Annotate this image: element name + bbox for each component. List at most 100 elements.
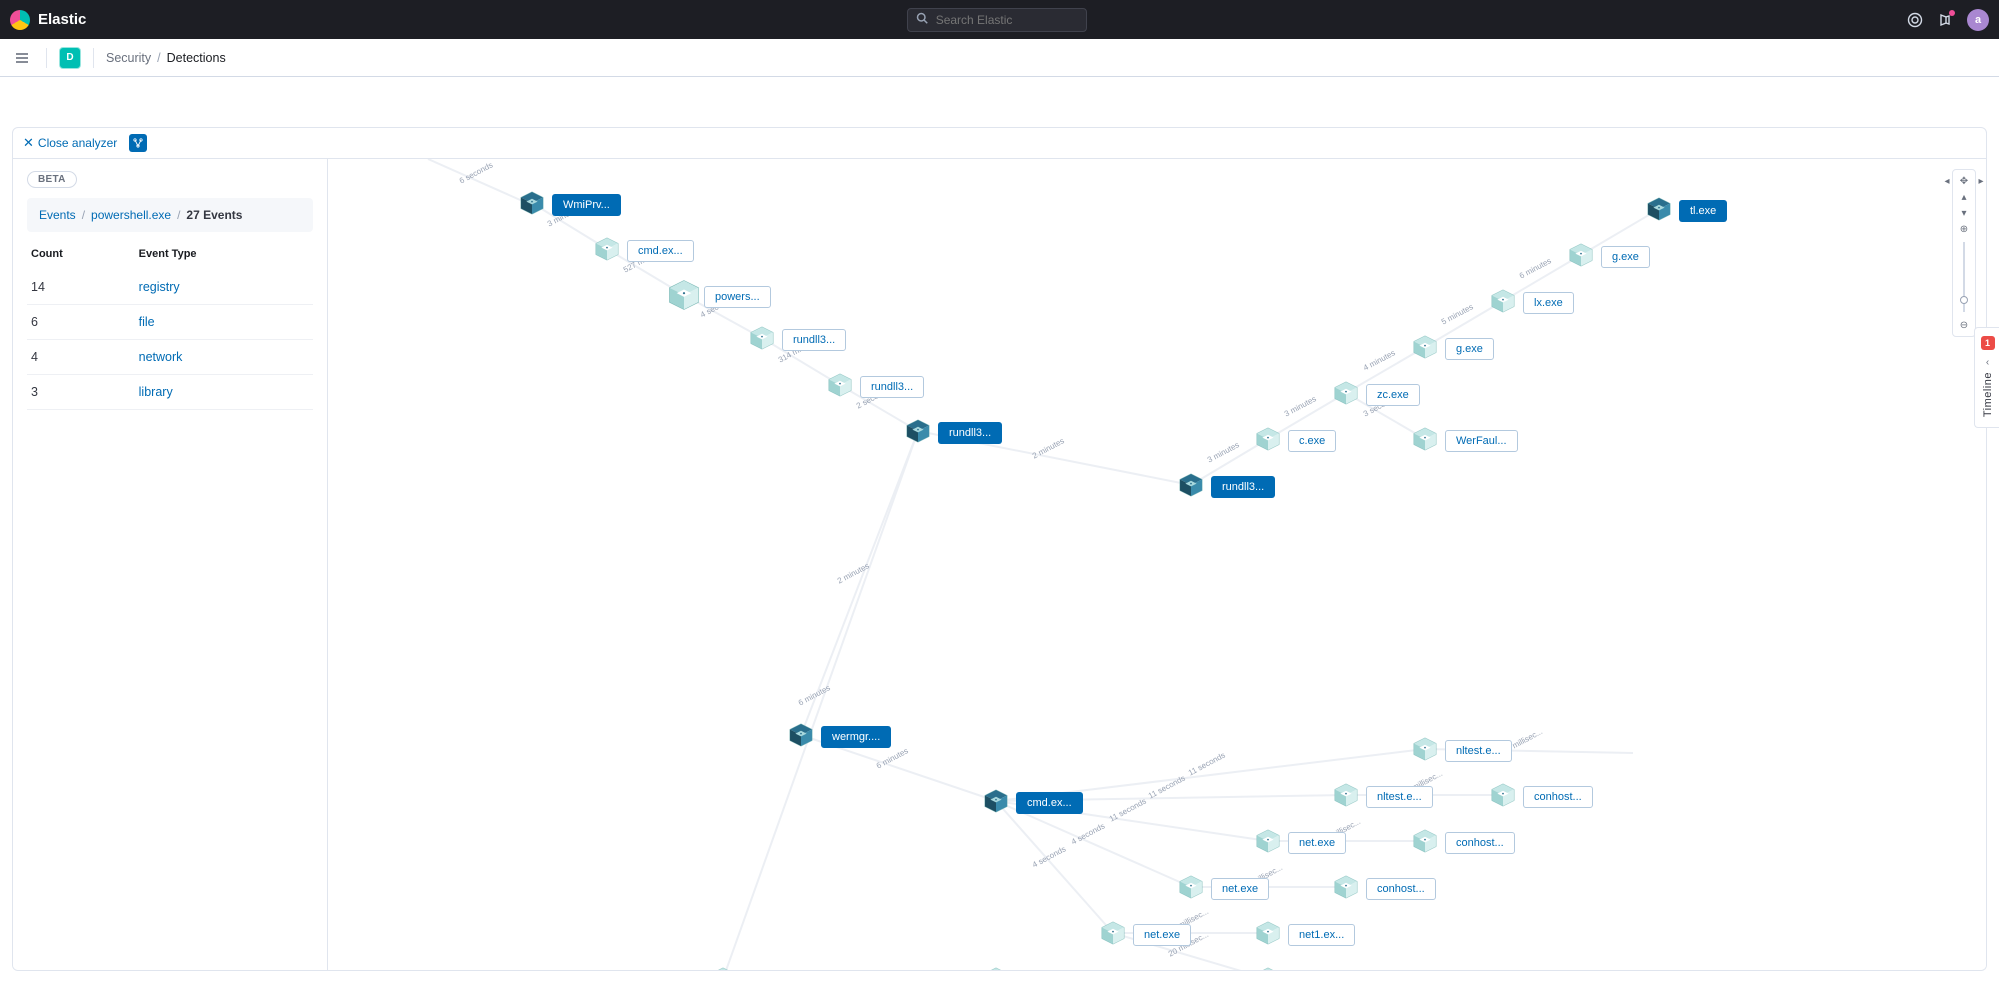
node-label[interactable]: cmd.ex... [743, 970, 810, 971]
node-label[interactable]: WmiPrv... [552, 194, 621, 216]
node-label[interactable]: rundll3... [860, 376, 924, 398]
node-label[interactable]: net1.ex... [1288, 924, 1355, 946]
node-label[interactable]: g.exe [1601, 246, 1650, 268]
process-node[interactable]: net1.ex... [1254, 919, 1355, 950]
pan-left-icon[interactable]: ◂ [1939, 174, 1955, 188]
node-label[interactable]: ipconfig... [1016, 970, 1085, 971]
event-type-link[interactable]: file [139, 315, 155, 329]
node-label[interactable]: g.exe [1445, 338, 1494, 360]
process-node[interactable]: g.exe [1411, 333, 1494, 364]
process-node[interactable]: WmiPrv... [518, 189, 621, 220]
process-node[interactable]: net.exe [1099, 919, 1191, 950]
node-label[interactable]: wermgr.... [821, 726, 891, 748]
event-type-link[interactable]: network [139, 350, 183, 364]
panel-crumb-root[interactable]: Events [39, 208, 76, 222]
cube-icon [1254, 919, 1282, 950]
process-node[interactable]: powers... [670, 281, 771, 312]
node-label[interactable]: conhost... [1366, 878, 1436, 900]
node-label[interactable]: cmd.ex... [627, 240, 694, 262]
process-node[interactable]: rundll3... [904, 417, 1002, 448]
newsfeed-icon[interactable] [1937, 12, 1953, 28]
process-node[interactable]: wermgr.... [787, 721, 891, 752]
timeline-flyout-tab[interactable]: 1 ‹ Timeline [1974, 327, 1999, 428]
breadcrumbs: Security / Detections [106, 51, 226, 65]
node-label[interactable]: cmd.ex... [1016, 792, 1083, 814]
process-node[interactable]: tl.exe [1645, 195, 1727, 226]
process-node[interactable]: cmd.ex... [709, 965, 810, 970]
process-node[interactable]: nltest.e... [1332, 781, 1433, 812]
process-node[interactable]: cmd.ex... [982, 787, 1083, 818]
process-node[interactable]: conhost... [1489, 781, 1593, 812]
panel-crumb-process[interactable]: powershell.exe [91, 208, 171, 222]
pan-right-icon[interactable]: ▸ [1973, 174, 1986, 188]
node-label[interactable]: net.exe [1211, 878, 1269, 900]
process-node[interactable]: conhost... [1332, 873, 1436, 904]
breadcrumb-section[interactable]: Security [106, 51, 151, 65]
process-node[interactable]: net.exe [1177, 873, 1269, 904]
node-label[interactable]: conhost... [1445, 832, 1515, 854]
node-label[interactable]: net.exe [1288, 832, 1346, 854]
cube-icon [826, 371, 854, 402]
process-node[interactable]: ipconfig... [982, 965, 1085, 970]
global-search[interactable] [907, 8, 1087, 32]
node-label[interactable]: rundll3... [782, 329, 846, 351]
breadcrumb-current: Detections [167, 51, 226, 65]
process-node[interactable]: net.exe [1254, 827, 1346, 858]
node-label[interactable]: zc.exe [1366, 384, 1420, 406]
process-node[interactable]: net1.ex... [1254, 965, 1355, 970]
zoom-track[interactable] [1963, 242, 1965, 312]
zoom-thumb[interactable] [1960, 296, 1968, 304]
node-label[interactable]: powers... [704, 286, 771, 308]
zoom-out-icon[interactable]: ⊖ [1956, 318, 1972, 332]
node-label[interactable]: c.exe [1288, 430, 1336, 452]
recenter-icon[interactable]: ✥ [1956, 174, 1972, 188]
process-node[interactable]: conhost... [1411, 827, 1515, 858]
edge-time-label: 2 minutes [1030, 436, 1065, 460]
process-node[interactable]: cmd.ex... [593, 235, 694, 266]
chevron-down-icon[interactable]: ▾ [1956, 206, 1972, 220]
node-label[interactable]: lx.exe [1523, 292, 1574, 314]
process-node[interactable]: WerFaul... [1411, 425, 1518, 456]
col-count: Count [27, 242, 135, 270]
node-label[interactable]: net.exe [1133, 924, 1191, 946]
graph-canvas[interactable]: 6 seconds3 minutes527 millisec...4 secon… [328, 159, 1986, 970]
close-analyzer-button[interactable]: ✕ Close analyzer [23, 135, 117, 151]
cell-type: library [135, 375, 313, 410]
node-label[interactable]: net1.ex... [1288, 970, 1355, 971]
cube-icon [748, 324, 776, 355]
event-type-link[interactable]: registry [139, 280, 180, 294]
event-type-link[interactable]: library [139, 385, 173, 399]
notification-dot [1949, 10, 1955, 16]
app-badge[interactable]: D [59, 47, 81, 69]
process-node[interactable]: c.exe [1254, 425, 1336, 456]
zoom-in-icon[interactable]: ⊕ [1956, 222, 1972, 236]
node-label[interactable]: nltest.e... [1366, 786, 1433, 808]
chevron-up-icon[interactable]: ▴ [1956, 190, 1972, 204]
table-row: 14registry [27, 270, 313, 305]
process-node[interactable]: rundll3... [826, 371, 924, 402]
search-input[interactable] [934, 12, 1078, 28]
node-label[interactable]: rundll3... [938, 422, 1002, 444]
process-node[interactable]: zc.exe [1332, 379, 1420, 410]
process-node[interactable]: rundll3... [748, 324, 846, 355]
process-node[interactable]: lx.exe [1489, 287, 1574, 318]
node-label[interactable]: WerFaul... [1445, 430, 1518, 452]
cube-icon [1332, 379, 1360, 410]
node-label[interactable]: nltest.e... [1445, 740, 1512, 762]
graph-mode-toggle[interactable] [129, 134, 147, 152]
edge-time-label: 3 minutes [1283, 394, 1318, 418]
search-icon [916, 12, 928, 27]
cube-icon [1411, 827, 1439, 858]
user-avatar[interactable]: a [1967, 9, 1989, 31]
cube-icon [1254, 965, 1282, 970]
node-label[interactable]: tl.exe [1679, 200, 1727, 222]
node-label[interactable]: conhost... [1523, 786, 1593, 808]
process-node[interactable]: nltest.e... [1411, 735, 1512, 766]
cube-icon [670, 281, 698, 312]
sub-header: D Security / Detections [0, 39, 1999, 77]
help-icon[interactable] [1907, 12, 1923, 28]
nav-toggle-button[interactable] [10, 46, 34, 70]
process-node[interactable]: g.exe [1567, 241, 1650, 272]
node-label[interactable]: rundll3... [1211, 476, 1275, 498]
process-node[interactable]: rundll3... [1177, 471, 1275, 502]
